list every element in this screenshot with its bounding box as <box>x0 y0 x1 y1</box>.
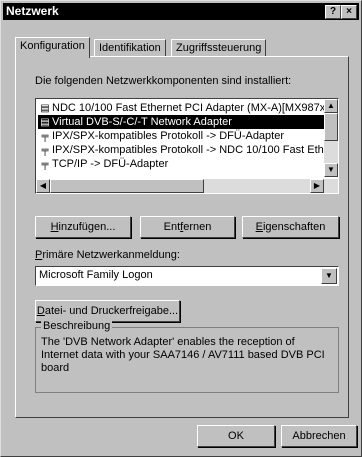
components-listbox[interactable]: ▤ NDC 10/100 Fast Ethernet PCI Adapter (M… <box>35 98 339 194</box>
scroll-right-icon[interactable]: ▶ <box>310 179 324 193</box>
tab-konfiguration[interactable]: Konfiguration <box>15 37 90 58</box>
cancel-button[interactable]: Abbrechen <box>281 425 357 447</box>
horizontal-scrollbar[interactable]: ◀ ▶ <box>36 179 338 193</box>
tab-zugriffssteuerung[interactable]: Zugriffssteuerung <box>171 39 267 57</box>
list-item-selected[interactable]: ▤ Virtual DVB-S/-C/-T Network Adapter <box>38 115 328 129</box>
ok-button[interactable]: OK <box>197 425 275 447</box>
scroll-down-icon[interactable]: ▼ <box>324 163 338 177</box>
description-group: Beschreibung The 'DVB Network Adapter' e… <box>35 320 339 393</box>
title-bar[interactable]: Netzwerk ? × <box>3 3 359 20</box>
list-item[interactable]: ╤ IPX/SPX-kompatibles Protokoll -> DFÜ-Ad… <box>38 129 328 143</box>
scroll-thumb[interactable] <box>324 113 338 141</box>
scroll-left-icon[interactable]: ◀ <box>36 179 50 193</box>
components-label: Die folgenden Netzwerkkomponenten sind i… <box>35 75 292 87</box>
logon-select[interactable]: Microsoft Family Logon ▼ <box>35 266 339 286</box>
network-card-icon: ▤ <box>40 117 50 128</box>
tab-panel-konfiguration: Die folgenden Netzwerkkomponenten sind i… <box>15 56 349 418</box>
list-item[interactable]: ╤ IPX/SPX-kompatibles Protokoll -> NDC 10… <box>38 143 328 157</box>
tab-identifikation[interactable]: Identifikation <box>94 39 166 57</box>
protocol-icon: ╤ <box>41 159 49 170</box>
hscroll-thumb[interactable] <box>50 179 204 193</box>
network-card-icon: ▤ <box>40 103 50 114</box>
chevron-down-icon[interactable]: ▼ <box>321 268 337 284</box>
protocol-icon: ╤ <box>41 145 49 156</box>
remove-button[interactable]: Entfernen <box>140 216 235 238</box>
close-button[interactable]: × <box>341 5 357 19</box>
add-button[interactable]: Hinzufügen... <box>35 216 131 238</box>
description-legend: Beschreibung <box>41 320 113 332</box>
list-item[interactable]: ▤ NDC 10/100 Fast Ethernet PCI Adapter (M… <box>38 101 328 115</box>
logon-label: Primäre Netzwerkanmeldung: <box>35 249 180 261</box>
list-item[interactable]: ╤ TCP/IP -> DFÜ-Adapter <box>38 157 328 171</box>
file-sharing-button[interactable]: Datei- und Druckerfreigabe... <box>35 300 180 322</box>
description-text: The 'DVB Network Adapter' enables the re… <box>41 336 325 374</box>
help-button[interactable]: ? <box>325 5 341 19</box>
network-dialog: Netzwerk ? × Konfiguration Identifikatio… <box>0 0 362 457</box>
vertical-scrollbar[interactable]: ▲ ▼ <box>324 99 338 177</box>
properties-button[interactable]: Eigenschaften <box>242 216 339 238</box>
window-title: Netzwerk <box>6 4 59 18</box>
logon-value: Microsoft Family Logon <box>39 269 153 281</box>
protocol-icon: ╤ <box>41 131 49 142</box>
scroll-up-icon[interactable]: ▲ <box>324 99 338 113</box>
